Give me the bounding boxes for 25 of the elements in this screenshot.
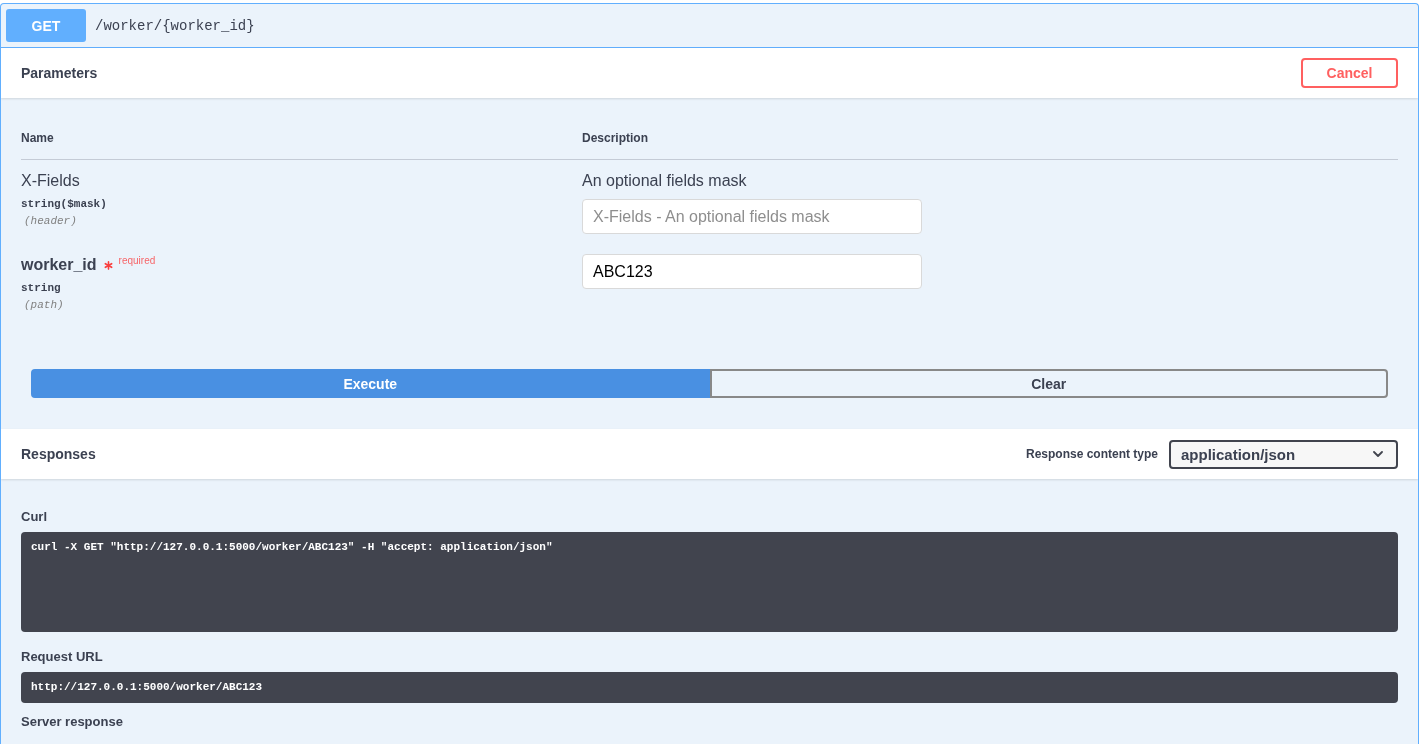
input-field[interactable]: X-Fields - An optional fields mask [582, 199, 922, 234]
parameter-name: X-Fields [21, 171, 80, 191]
parameter-type: string($mask) [21, 197, 107, 211]
select-label: Response content type [1025, 447, 1158, 461]
parameter-location: (path) [24, 298, 64, 312]
curl-code-block: curl -X GET "http://127.0.0.1:5000/worker/ABC123" -H "accept: application/json" [21, 532, 1398, 632]
content-type-select[interactable]: application/json [1169, 439, 1398, 469]
section-title: Responses [21, 446, 96, 462]
field-label: Curl [21, 509, 47, 525]
field-label: Request URL [21, 649, 103, 665]
input-field[interactable]: ABC123 [582, 254, 922, 289]
clear-button[interactable]: Clear [709, 369, 1388, 398]
section-title: Parameters [21, 65, 98, 81]
parameter-type: string [21, 281, 61, 295]
column-header: Description [582, 130, 648, 147]
parameter-name: worker_id [21, 255, 97, 275]
required-label: required [118, 254, 156, 268]
column-header: Name [21, 130, 54, 147]
chevron-down-icon [1373, 451, 1383, 457]
request-url-block: http://127.0.0.1:5000/worker/ABC123 [21, 672, 1398, 703]
parameter-location: (header) [24, 214, 77, 228]
endpoint-path: /worker/{worker_id} [95, 17, 255, 34]
parameter-description: An optional fields mask [582, 171, 747, 191]
method-badge: GET [6, 9, 86, 42]
field-label: Server response [21, 714, 123, 730]
